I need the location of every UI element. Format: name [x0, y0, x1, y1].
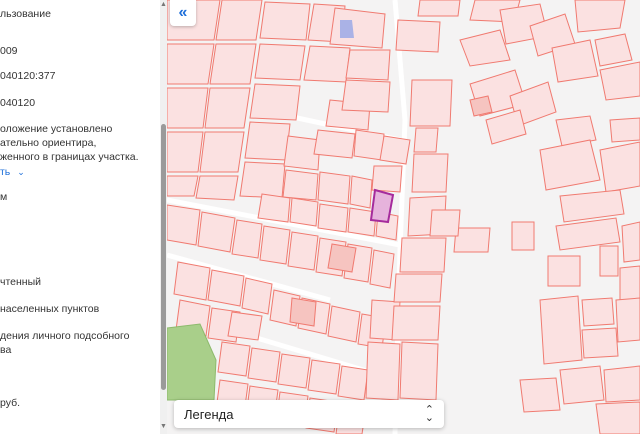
cadastral-quarter-value: 040120	[0, 97, 36, 109]
show-more-label: ть	[0, 166, 11, 178]
sidebar-scrollbar[interactable]: ▲ ▼	[160, 0, 167, 434]
up-down-chevron-icon: ⌃ ⌄	[424, 405, 434, 424]
use-type-line-1: дения личного подсобного	[0, 330, 130, 342]
collapse-panel-button[interactable]: «	[170, 0, 196, 26]
status-value: чтенный	[0, 276, 42, 288]
scroll-thumb[interactable]	[161, 124, 166, 390]
use-type-line-2: ва	[0, 344, 12, 356]
scroll-down-arrow[interactable]: ▼	[160, 423, 167, 430]
scroll-up-arrow[interactable]: ▲	[160, 1, 167, 8]
info-panel: льзование 009 040120:377 040120 оложение…	[0, 0, 160, 434]
area-value: 009	[0, 45, 18, 57]
address-line-1: оложение установлено	[0, 123, 113, 135]
unit-value: м	[0, 191, 8, 203]
chevron-down-icon: ⌄	[424, 412, 434, 424]
show-more-link[interactable]: ть ⌄	[0, 165, 25, 179]
legend-label: Легенда	[184, 406, 234, 422]
category-value: населенных пунктов	[0, 303, 100, 315]
legend-dropdown[interactable]: Легенда ⌃ ⌄	[174, 400, 444, 428]
chevron-down-icon: ⌄	[17, 167, 25, 177]
cadastral-number-value: 040120:377	[0, 70, 56, 82]
map-canvas[interactable]	[167, 0, 640, 434]
address-line-2: ательно ориентира,	[0, 137, 97, 149]
permitted-use-value: льзование	[0, 8, 51, 20]
cost-value: руб.	[0, 397, 21, 409]
address-line-3: женного в границах участка.	[0, 151, 139, 163]
water-feature	[340, 20, 354, 38]
cadastral-map[interactable]	[167, 0, 640, 434]
selected-parcel[interactable]	[369, 188, 395, 224]
